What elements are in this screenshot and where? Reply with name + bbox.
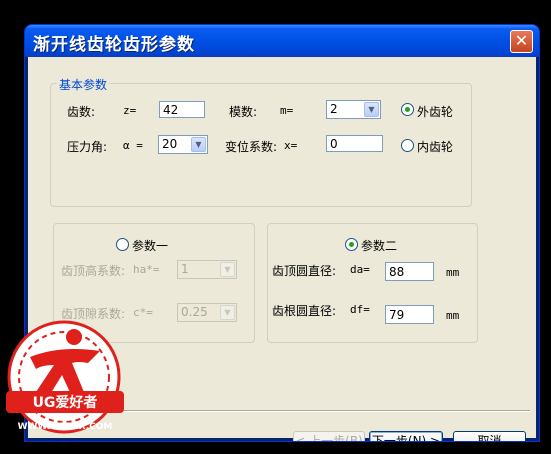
tip-diameter-input[interactable]: 88 xyxy=(385,262,434,281)
external-gear-label[interactable]: 外齿轮 xyxy=(417,103,453,120)
param2-radio-label[interactable]: 参数二 xyxy=(361,237,397,254)
window-title: 渐开线齿轮齿形参数 xyxy=(33,35,195,55)
param2-radio[interactable] xyxy=(345,238,358,251)
root-diameter-input[interactable]: 79 xyxy=(385,305,434,324)
internal-gear-radio[interactable] xyxy=(401,139,414,152)
root-diameter-label: 齿根圆直径: xyxy=(272,304,337,318)
module-symbol: m= xyxy=(280,104,294,117)
internal-gear-label[interactable]: 内齿轮 xyxy=(417,138,453,155)
clearance-coef-value: 0.25 xyxy=(181,305,208,319)
addendum-coef-value: 1 xyxy=(181,262,189,276)
param1-radio[interactable] xyxy=(116,238,129,251)
tip-diameter-symbol: da= xyxy=(350,263,370,276)
tip-diameter-unit: mm xyxy=(446,266,460,279)
shift-coef-symbol: x= xyxy=(284,139,298,152)
addendum-coef-symbol: ha*= xyxy=(133,263,160,276)
ugsnx-logo: UG爱好者 WWW.UGSNX.COM xyxy=(6,320,124,434)
teeth-symbol: z= xyxy=(123,104,137,117)
pressure-angle-symbol: α = xyxy=(123,139,143,152)
chevron-down-icon: ▼ xyxy=(220,262,235,277)
chevron-down-icon: ▼ xyxy=(220,305,235,320)
pressure-angle-label: 压力角: xyxy=(67,140,108,154)
pressure-angle-select[interactable]: 20 ▼ xyxy=(158,135,208,154)
chevron-down-icon[interactable]: ▼ xyxy=(364,102,379,117)
logo-figure-head xyxy=(66,329,82,345)
logo-brand-text: UG爱好者 xyxy=(33,394,98,411)
close-button[interactable]: ✕ xyxy=(510,30,533,53)
teeth-input[interactable]: 42 xyxy=(159,101,205,118)
tip-diameter-label: 齿顶圆直径: xyxy=(272,264,337,278)
addendum-coef-select: 1 ▼ xyxy=(177,260,237,279)
external-gear-radio[interactable] xyxy=(401,103,414,116)
teeth-label: 齿数: xyxy=(67,105,96,119)
root-diameter-unit: mm xyxy=(446,309,460,322)
clearance-coef-symbol: c*= xyxy=(133,306,153,319)
shift-coef-label: 变位系数: xyxy=(225,140,278,154)
pressure-angle-value: 20 xyxy=(162,137,178,151)
root-diameter-symbol: df= xyxy=(350,303,370,316)
title-bar[interactable]: 渐开线齿轮齿形参数 ✕ xyxy=(25,25,539,57)
clearance-coef-select: 0.25 ▼ xyxy=(177,303,237,322)
module-value: 2 xyxy=(330,102,338,116)
addendum-coef-label: 齿顶高系数: xyxy=(61,264,126,278)
logo-url-text: WWW.UGSNX.COM xyxy=(18,422,113,432)
module-label: 模数: xyxy=(229,105,258,119)
next-button[interactable]: 下一步(N) > xyxy=(369,431,443,441)
cancel-button[interactable]: 取消 xyxy=(453,431,526,441)
shift-coef-input[interactable]: 0 xyxy=(326,135,383,152)
prev-button: < 上一步(B) xyxy=(293,431,365,441)
module-select[interactable]: 2 ▼ xyxy=(326,100,381,119)
basic-params-legend: 基本参数 xyxy=(57,76,110,93)
param1-radio-label[interactable]: 参数一 xyxy=(132,237,168,254)
chevron-down-icon[interactable]: ▼ xyxy=(191,137,206,152)
